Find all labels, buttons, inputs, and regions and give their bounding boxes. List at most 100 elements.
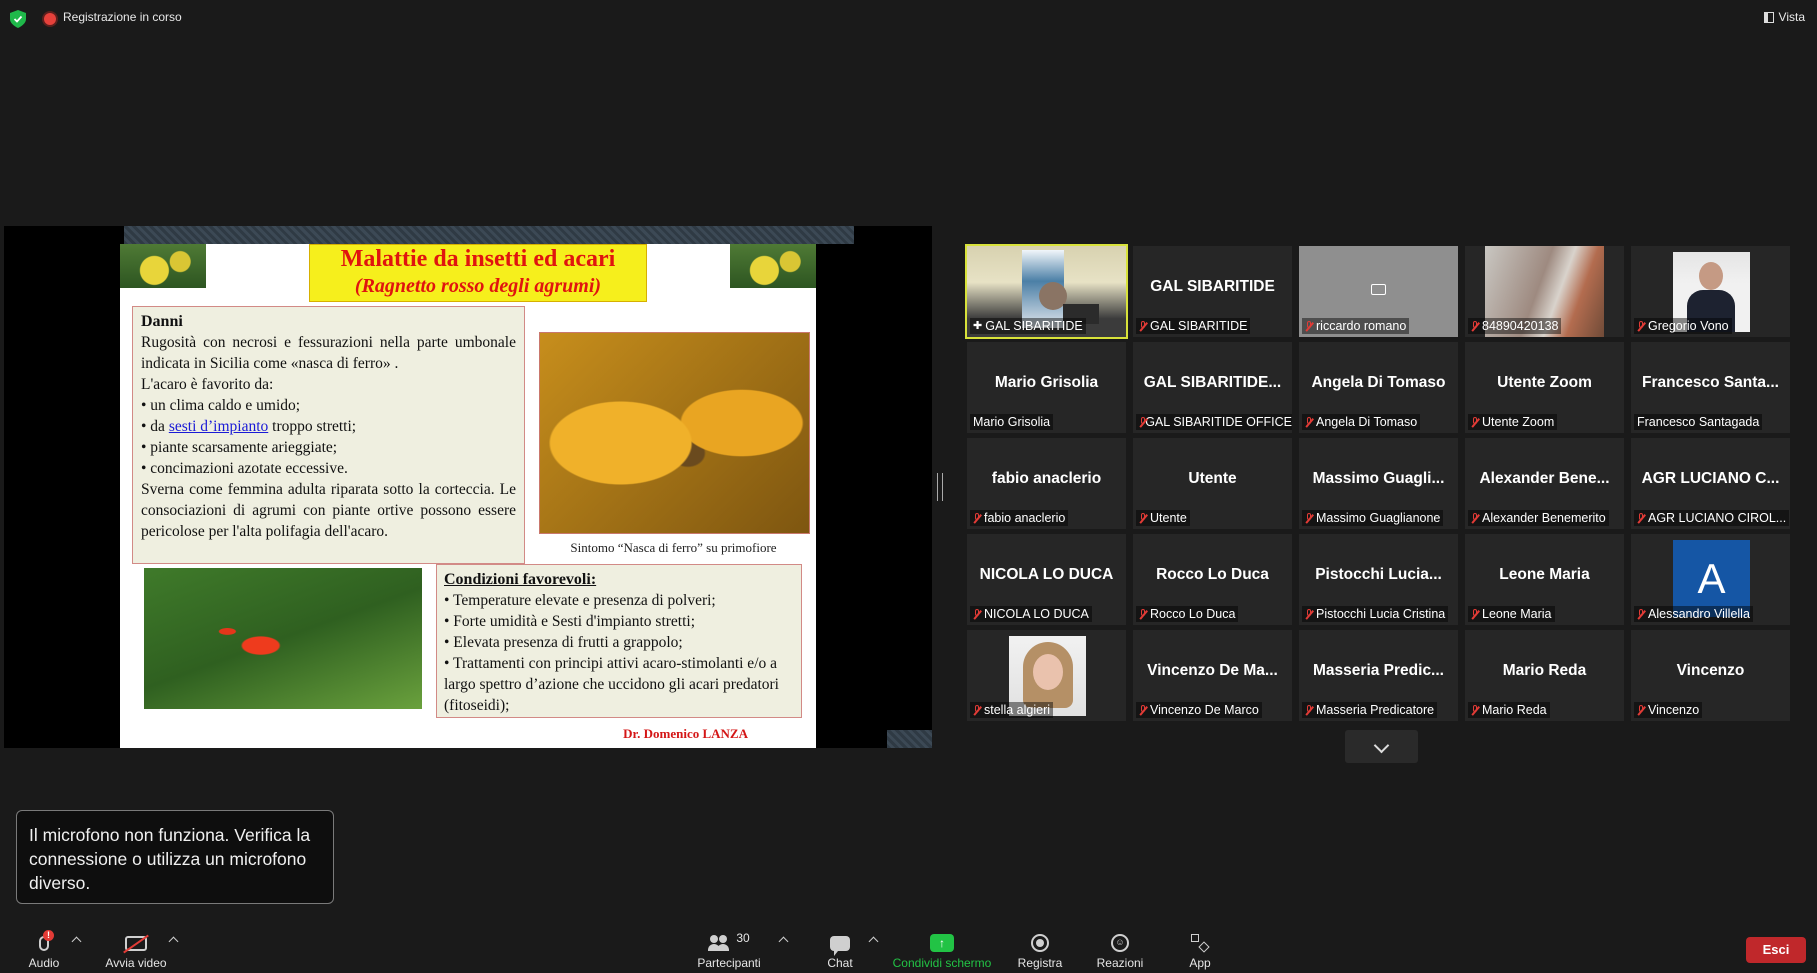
participant-tile[interactable]: ✚ GAL SIBARITIDE — [965, 244, 1128, 339]
record-label: Registra — [1017, 956, 1063, 970]
muted-mic-icon — [1637, 704, 1645, 716]
chat-icon — [830, 935, 850, 956]
muted-mic-icon — [973, 608, 981, 620]
muted-mic-icon — [1637, 512, 1645, 524]
participant-tile[interactable]: Vincenzo De Ma... Vincenzo De Marco — [1133, 630, 1292, 721]
chat-options-chevron-icon[interactable] — [868, 936, 879, 947]
leave-meeting-button[interactable]: Esci — [1746, 937, 1806, 963]
start-video-button[interactable]: Avvia video — [100, 930, 172, 970]
muted-mic-icon — [1139, 320, 1147, 332]
muted-mic-icon — [1139, 416, 1146, 428]
share-screen-button[interactable]: ↑ Condividi schermo — [888, 930, 996, 970]
participant-name: Utente — [1150, 511, 1187, 525]
muted-mic-icon — [1471, 512, 1479, 524]
apps-button[interactable]: App — [1182, 930, 1218, 970]
participant-display-name: Pistocchi Lucia... — [1315, 566, 1442, 583]
participant-tile[interactable]: Massimo Guagli... Massimo Guaglianone — [1299, 438, 1458, 529]
participant-tile[interactable]: Vincenzo Vincenzo — [1631, 630, 1790, 721]
muted-mic-icon — [1637, 320, 1645, 332]
participant-display-name: Rocco Lo Duca — [1156, 566, 1269, 583]
view-label: Vista — [1778, 10, 1805, 24]
shield-check-icon[interactable] — [10, 10, 26, 28]
participant-tile[interactable]: Mario Grisolia Mario Grisolia — [967, 342, 1126, 433]
participant-name: Leone Maria — [1482, 607, 1552, 621]
participant-name: Francesco Santagada — [1637, 415, 1760, 429]
participant-tile[interactable]: GAL SIBARITIDE GAL SIBARITIDE — [1133, 246, 1292, 337]
participants-options-chevron-icon[interactable] — [778, 936, 789, 947]
participant-tile[interactable]: Francesco Santa... Francesco Santagada — [1631, 342, 1790, 433]
participant-display-name: Vincenzo — [1676, 662, 1745, 679]
panel-resize-handle[interactable] — [937, 473, 943, 501]
participant-tile[interactable]: Rocco Lo Duca Rocco Lo Duca — [1133, 534, 1292, 625]
chat-label: Chat — [827, 956, 853, 970]
participant-name-label: GAL SIBARITIDE — [1136, 318, 1251, 334]
participant-tile[interactable]: Alexander Bene... Alexander Benemerito — [1465, 438, 1624, 529]
participant-name-label: Angela Di Tomaso — [1302, 414, 1421, 430]
participant-tile[interactable]: GAL SIBARITIDE... GAL SIBARITIDE OFFICE — [1133, 342, 1292, 433]
participant-name: GAL SIBARITIDE — [985, 319, 1083, 333]
muted-mic-icon — [1139, 512, 1147, 524]
participant-name: GAL SIBARITIDE OFFICE — [1145, 415, 1292, 429]
participant-name-label: Mario Grisolia — [970, 414, 1054, 430]
participant-display-name: Utente Zoom — [1497, 374, 1592, 391]
participant-tile[interactable]: Masseria Predic... Masseria Predicatore — [1299, 630, 1458, 721]
participant-name-label: Rocco Lo Duca — [1136, 606, 1239, 622]
shared-screen[interactable]: Malattie da insetti ed acari (Ragnetto r… — [4, 226, 932, 748]
participant-display-name: Utente — [1188, 470, 1237, 487]
audio-options-chevron-icon[interactable] — [71, 936, 82, 947]
participant-tile[interactable]: A Alessandro Villella — [1631, 534, 1790, 625]
recording-status[interactable]: Registrazione in corso — [63, 10, 182, 24]
view-button[interactable]: Vista — [1763, 10, 1805, 24]
slide-title-line2: (Ragnetto rosso degli agrumi) — [354, 275, 602, 297]
participants-button[interactable]: 30 Partecipanti — [690, 930, 768, 970]
participant-tile[interactable]: 84890420138 — [1465, 246, 1624, 337]
audio-button[interactable]: ! Audio — [26, 930, 62, 970]
participant-tile[interactable]: Utente Utente — [1133, 438, 1292, 529]
share-screen-icon: ↑ — [930, 934, 954, 952]
recording-icon[interactable] — [44, 13, 56, 25]
participant-name-label: Massimo Guaglianone — [1302, 510, 1444, 526]
danni-bullet-1: • un clima caldo e umido; — [141, 397, 301, 414]
gallery-next-page-button[interactable] — [1345, 730, 1418, 763]
muted-mic-icon — [1637, 608, 1645, 620]
pin-icon: ✚ — [973, 320, 983, 332]
participant-display-name: GAL SIBARITIDE — [1150, 278, 1275, 295]
participant-tile[interactable]: AGR LUCIANO C... AGR LUCIANO CIROL... — [1631, 438, 1790, 529]
participant-name: riccardo romano — [1316, 319, 1407, 333]
lemon-image-right — [730, 244, 816, 288]
sesti-impianto-link[interactable]: sesti d’impianto — [169, 418, 268, 435]
participant-tile[interactable]: Angela Di Tomaso Angela Di Tomaso — [1299, 342, 1458, 433]
participant-name: AGR LUCIANO CIROL... — [1648, 511, 1787, 525]
participant-name: NICOLA LO DUCA — [984, 607, 1089, 621]
participant-tile[interactable]: NICOLA LO DUCA NICOLA LO DUCA — [967, 534, 1126, 625]
participant-name-label: Alexander Benemerito — [1468, 510, 1609, 526]
reactions-button[interactable]: ☺ Reazioni — [1092, 930, 1148, 970]
chat-button[interactable]: Chat — [820, 930, 860, 970]
participant-tile[interactable]: Gregorio Vono — [1631, 246, 1790, 337]
participant-name-label: Utente — [1136, 510, 1190, 526]
participant-tile[interactable]: Pistocchi Lucia... Pistocchi Lucia Cristi… — [1299, 534, 1458, 625]
conditions-box: Condizioni favorevoli: • Temperature ele… — [436, 564, 802, 718]
participant-display-name: Alexander Bene... — [1479, 470, 1610, 487]
participant-name: Utente Zoom — [1482, 415, 1555, 429]
participant-name: stella algieri — [984, 703, 1051, 717]
participant-name-label: 84890420138 — [1468, 318, 1562, 334]
participant-tile[interactable]: fabio anaclerio fabio anaclerio — [967, 438, 1126, 529]
participant-name: Angela Di Tomaso — [1316, 415, 1418, 429]
participant-tile[interactable]: riccardo romano — [1299, 246, 1458, 337]
participant-tile[interactable]: Utente Zoom Utente Zoom — [1465, 342, 1624, 433]
reactions-label: Reazioni — [1096, 956, 1144, 970]
record-button[interactable]: Registra — [1014, 930, 1066, 970]
participant-name-label: Gregorio Vono — [1634, 318, 1732, 334]
participant-tile[interactable]: Mario Reda Mario Reda — [1465, 630, 1624, 721]
muted-mic-icon — [1471, 416, 1479, 428]
danni-bullet-3: • piante scarsamente arieggiate; — [141, 439, 338, 456]
apps-label: App — [1189, 956, 1211, 970]
lemon-image-left — [120, 244, 206, 288]
participant-tile[interactable]: stella algieri — [967, 630, 1126, 721]
camera-off-icon — [1371, 284, 1386, 295]
slide-author: Dr. Domenico LANZA — [623, 726, 748, 741]
participant-name: GAL SIBARITIDE — [1150, 319, 1248, 333]
participant-tile[interactable]: Leone Maria Leone Maria — [1465, 534, 1624, 625]
record-icon — [1031, 934, 1049, 952]
